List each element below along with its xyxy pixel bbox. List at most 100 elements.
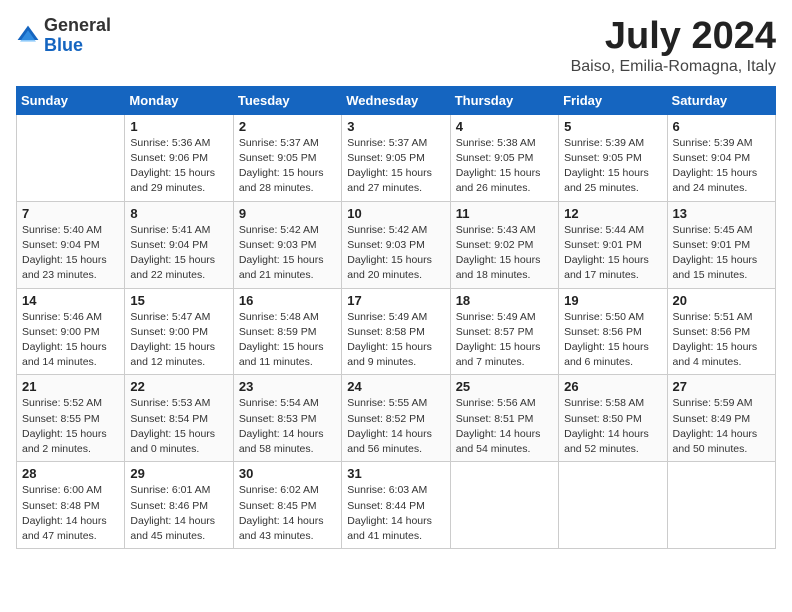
- calendar-cell: 14 Sunrise: 5:46 AMSunset: 9:00 PMDaylig…: [17, 288, 125, 375]
- day-info: Sunrise: 6:02 AMSunset: 8:45 PMDaylight:…: [239, 483, 336, 544]
- day-info: Sunrise: 5:49 AMSunset: 8:57 PMDaylight:…: [456, 310, 553, 371]
- day-number: 11: [456, 206, 553, 221]
- day-info: Sunrise: 5:39 AMSunset: 9:05 PMDaylight:…: [564, 136, 661, 197]
- calendar-cell: 24 Sunrise: 5:55 AMSunset: 8:52 PMDaylig…: [342, 375, 450, 462]
- day-info: Sunrise: 5:56 AMSunset: 8:51 PMDaylight:…: [456, 396, 553, 457]
- day-number: 17: [347, 293, 444, 308]
- day-info: Sunrise: 5:47 AMSunset: 9:00 PMDaylight:…: [130, 310, 227, 371]
- day-info: Sunrise: 6:00 AMSunset: 8:48 PMDaylight:…: [22, 483, 119, 544]
- calendar-cell: 9 Sunrise: 5:42 AMSunset: 9:03 PMDayligh…: [233, 201, 341, 288]
- day-number: 2: [239, 119, 336, 134]
- day-info: Sunrise: 5:59 AMSunset: 8:49 PMDaylight:…: [673, 396, 770, 457]
- calendar-week-row: 28 Sunrise: 6:00 AMSunset: 8:48 PMDaylig…: [17, 462, 776, 549]
- calendar-cell: 6 Sunrise: 5:39 AMSunset: 9:04 PMDayligh…: [667, 114, 775, 201]
- calendar-cell: 4 Sunrise: 5:38 AMSunset: 9:05 PMDayligh…: [450, 114, 558, 201]
- calendar-cell: [559, 462, 667, 549]
- calendar-cell: 16 Sunrise: 5:48 AMSunset: 8:59 PMDaylig…: [233, 288, 341, 375]
- day-info: Sunrise: 5:49 AMSunset: 8:58 PMDaylight:…: [347, 310, 444, 371]
- day-info: Sunrise: 5:40 AMSunset: 9:04 PMDaylight:…: [22, 223, 119, 284]
- calendar-cell: 5 Sunrise: 5:39 AMSunset: 9:05 PMDayligh…: [559, 114, 667, 201]
- day-number: 16: [239, 293, 336, 308]
- day-info: Sunrise: 5:36 AMSunset: 9:06 PMDaylight:…: [130, 136, 227, 197]
- calendar-cell: [450, 462, 558, 549]
- day-info: Sunrise: 5:37 AMSunset: 9:05 PMDaylight:…: [347, 136, 444, 197]
- day-info: Sunrise: 5:48 AMSunset: 8:59 PMDaylight:…: [239, 310, 336, 371]
- day-number: 23: [239, 379, 336, 394]
- day-info: Sunrise: 5:55 AMSunset: 8:52 PMDaylight:…: [347, 396, 444, 457]
- weekday-header-sunday: Sunday: [17, 86, 125, 114]
- weekday-header-tuesday: Tuesday: [233, 86, 341, 114]
- day-number: 7: [22, 206, 119, 221]
- calendar-cell: [17, 114, 125, 201]
- day-number: 10: [347, 206, 444, 221]
- day-info: Sunrise: 6:01 AMSunset: 8:46 PMDaylight:…: [130, 483, 227, 544]
- day-number: 24: [347, 379, 444, 394]
- calendar-cell: 13 Sunrise: 5:45 AMSunset: 9:01 PMDaylig…: [667, 201, 775, 288]
- weekday-header-row: SundayMondayTuesdayWednesdayThursdayFrid…: [17, 86, 776, 114]
- day-info: Sunrise: 5:41 AMSunset: 9:04 PMDaylight:…: [130, 223, 227, 284]
- location: Baiso, Emilia-Romagna, Italy: [571, 58, 776, 76]
- calendar-cell: 25 Sunrise: 5:56 AMSunset: 8:51 PMDaylig…: [450, 375, 558, 462]
- day-number: 30: [239, 466, 336, 481]
- day-number: 5: [564, 119, 661, 134]
- day-number: 18: [456, 293, 553, 308]
- calendar-cell: 17 Sunrise: 5:49 AMSunset: 8:58 PMDaylig…: [342, 288, 450, 375]
- day-info: Sunrise: 6:03 AMSunset: 8:44 PMDaylight:…: [347, 483, 444, 544]
- weekday-header-thursday: Thursday: [450, 86, 558, 114]
- calendar-cell: 31 Sunrise: 6:03 AMSunset: 8:44 PMDaylig…: [342, 462, 450, 549]
- day-info: Sunrise: 5:58 AMSunset: 8:50 PMDaylight:…: [564, 396, 661, 457]
- weekday-header-monday: Monday: [125, 86, 233, 114]
- title-block: July 2024 Baiso, Emilia-Romagna, Italy: [571, 16, 776, 76]
- day-info: Sunrise: 5:42 AMSunset: 9:03 PMDaylight:…: [347, 223, 444, 284]
- calendar-cell: 10 Sunrise: 5:42 AMSunset: 9:03 PMDaylig…: [342, 201, 450, 288]
- calendar-cell: 20 Sunrise: 5:51 AMSunset: 8:56 PMDaylig…: [667, 288, 775, 375]
- day-number: 15: [130, 293, 227, 308]
- day-number: 1: [130, 119, 227, 134]
- day-number: 8: [130, 206, 227, 221]
- day-info: Sunrise: 5:51 AMSunset: 8:56 PMDaylight:…: [673, 310, 770, 371]
- calendar-cell: 15 Sunrise: 5:47 AMSunset: 9:00 PMDaylig…: [125, 288, 233, 375]
- day-number: 22: [130, 379, 227, 394]
- calendar-week-row: 7 Sunrise: 5:40 AMSunset: 9:04 PMDayligh…: [17, 201, 776, 288]
- calendar-cell: 23 Sunrise: 5:54 AMSunset: 8:53 PMDaylig…: [233, 375, 341, 462]
- logo: General Blue: [16, 16, 111, 56]
- calendar-cell: 11 Sunrise: 5:43 AMSunset: 9:02 PMDaylig…: [450, 201, 558, 288]
- calendar-cell: [667, 462, 775, 549]
- calendar-cell: 28 Sunrise: 6:00 AMSunset: 8:48 PMDaylig…: [17, 462, 125, 549]
- weekday-header-wednesday: Wednesday: [342, 86, 450, 114]
- day-number: 13: [673, 206, 770, 221]
- calendar-cell: 18 Sunrise: 5:49 AMSunset: 8:57 PMDaylig…: [450, 288, 558, 375]
- day-info: Sunrise: 5:52 AMSunset: 8:55 PMDaylight:…: [22, 396, 119, 457]
- day-number: 26: [564, 379, 661, 394]
- calendar-week-row: 21 Sunrise: 5:52 AMSunset: 8:55 PMDaylig…: [17, 375, 776, 462]
- day-number: 12: [564, 206, 661, 221]
- calendar-cell: 22 Sunrise: 5:53 AMSunset: 8:54 PMDaylig…: [125, 375, 233, 462]
- day-number: 27: [673, 379, 770, 394]
- calendar-cell: 12 Sunrise: 5:44 AMSunset: 9:01 PMDaylig…: [559, 201, 667, 288]
- day-info: Sunrise: 5:37 AMSunset: 9:05 PMDaylight:…: [239, 136, 336, 197]
- calendar-cell: 30 Sunrise: 6:02 AMSunset: 8:45 PMDaylig…: [233, 462, 341, 549]
- day-number: 3: [347, 119, 444, 134]
- calendar-cell: 3 Sunrise: 5:37 AMSunset: 9:05 PMDayligh…: [342, 114, 450, 201]
- day-number: 20: [673, 293, 770, 308]
- day-number: 29: [130, 466, 227, 481]
- calendar-cell: 2 Sunrise: 5:37 AMSunset: 9:05 PMDayligh…: [233, 114, 341, 201]
- logo-general-text: General: [44, 15, 111, 35]
- day-number: 31: [347, 466, 444, 481]
- calendar-cell: 19 Sunrise: 5:50 AMSunset: 8:56 PMDaylig…: [559, 288, 667, 375]
- day-number: 28: [22, 466, 119, 481]
- day-number: 21: [22, 379, 119, 394]
- day-number: 19: [564, 293, 661, 308]
- weekday-header-friday: Friday: [559, 86, 667, 114]
- day-info: Sunrise: 5:45 AMSunset: 9:01 PMDaylight:…: [673, 223, 770, 284]
- day-info: Sunrise: 5:50 AMSunset: 8:56 PMDaylight:…: [564, 310, 661, 371]
- logo-icon: [16, 24, 40, 48]
- calendar-week-row: 1 Sunrise: 5:36 AMSunset: 9:06 PMDayligh…: [17, 114, 776, 201]
- page-header: General Blue July 2024 Baiso, Emilia-Rom…: [16, 16, 776, 76]
- calendar-cell: 21 Sunrise: 5:52 AMSunset: 8:55 PMDaylig…: [17, 375, 125, 462]
- calendar-week-row: 14 Sunrise: 5:46 AMSunset: 9:00 PMDaylig…: [17, 288, 776, 375]
- calendar-cell: 7 Sunrise: 5:40 AMSunset: 9:04 PMDayligh…: [17, 201, 125, 288]
- calendar-table: SundayMondayTuesdayWednesdayThursdayFrid…: [16, 86, 776, 549]
- calendar-cell: 8 Sunrise: 5:41 AMSunset: 9:04 PMDayligh…: [125, 201, 233, 288]
- day-info: Sunrise: 5:53 AMSunset: 8:54 PMDaylight:…: [130, 396, 227, 457]
